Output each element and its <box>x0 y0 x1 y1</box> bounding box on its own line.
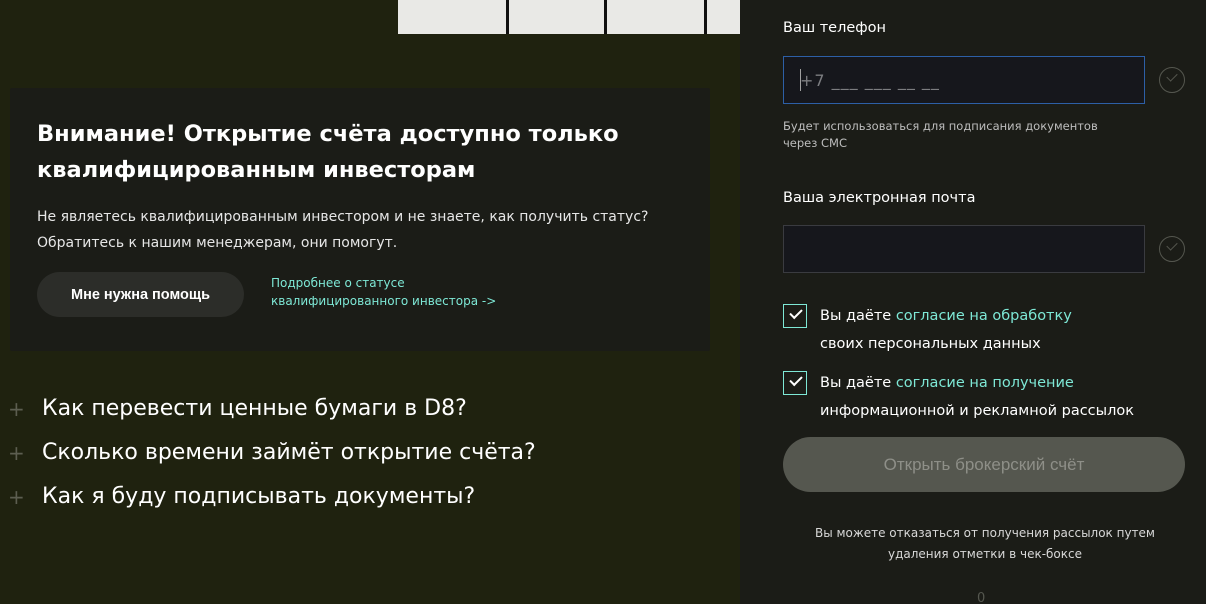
consent-prefix: Вы даёте <box>820 375 896 391</box>
phone-valid-check-icon <box>1159 67 1185 93</box>
hero-image <box>398 0 740 34</box>
personal-data-consent-checkbox[interactable] <box>783 304 807 328</box>
phone-placeholder: +7 ___ ___ __ __ <box>800 71 940 90</box>
image-stripe <box>506 0 509 34</box>
faq-list: + Как перевести ценные бумаги в D8? + Ск… <box>0 390 740 522</box>
email-label: Ваша электронная почта <box>783 190 976 206</box>
need-help-button[interactable]: Мне нужна помощь <box>37 272 244 317</box>
plus-icon: + <box>8 397 25 421</box>
email-valid-check-icon <box>1159 236 1185 262</box>
phone-hint: Будет использоваться для подписания доку… <box>783 119 1098 150</box>
faq-item[interactable]: + Как перевести ценные бумаги в D8? <box>0 390 740 434</box>
consent-prefix: Вы даёте <box>820 308 896 324</box>
mailing-consent-checkbox[interactable] <box>783 371 807 395</box>
mailing-consent-link[interactable]: согласие на получение <box>896 375 1074 391</box>
phone-input[interactable]: +7 ___ ___ __ __ <box>783 56 1145 104</box>
consent-suffix: информационной и рекламной рассылок <box>820 403 1135 419</box>
mailing-consent-text: Вы даёте согласие на получение информаци… <box>820 369 1190 425</box>
image-stripe <box>604 0 607 34</box>
unsubscribe-note: Вы можете отказаться от получения рассыл… <box>814 526 1155 561</box>
faq-item[interactable]: + Сколько времени займёт открытие счёта? <box>0 434 740 478</box>
consent-suffix: своих персональных данных <box>820 336 1041 352</box>
faq-item[interactable]: + Как я буду подписывать документы? <box>0 478 740 522</box>
faq-question: Как перевести ценные бумаги в D8? <box>42 396 467 421</box>
plus-icon: + <box>8 441 25 465</box>
cut-off-glyph: 0 <box>977 591 986 604</box>
image-stripe <box>704 0 707 34</box>
faq-question: Сколько времени займёт открытие счёта? <box>42 440 536 465</box>
open-account-button[interactable]: Открыть брокерский счёт <box>783 437 1185 492</box>
qualified-investor-warning: Внимание! Открытие счёта доступно только… <box>10 88 710 351</box>
personal-data-consent-link[interactable]: согласие на обработку <box>896 308 1072 324</box>
warning-text: Не являетесь квалифицированным инвесторо… <box>37 209 649 251</box>
account-form: Ваш телефон +7 ___ ___ __ __ Будет испол… <box>740 0 1206 604</box>
faq-question: Как я буду подписывать документы? <box>42 484 476 509</box>
plus-icon: + <box>8 485 25 509</box>
phone-label: Ваш телефон <box>783 20 887 36</box>
personal-data-consent-text: Вы даёте согласие на обработку своих пер… <box>820 302 1190 358</box>
warning-title: Внимание! Открытие счёта доступно только… <box>37 121 619 183</box>
email-input[interactable] <box>783 225 1145 273</box>
qualified-status-link[interactable]: Подробнее о статусе квалифицированного и… <box>271 274 541 310</box>
